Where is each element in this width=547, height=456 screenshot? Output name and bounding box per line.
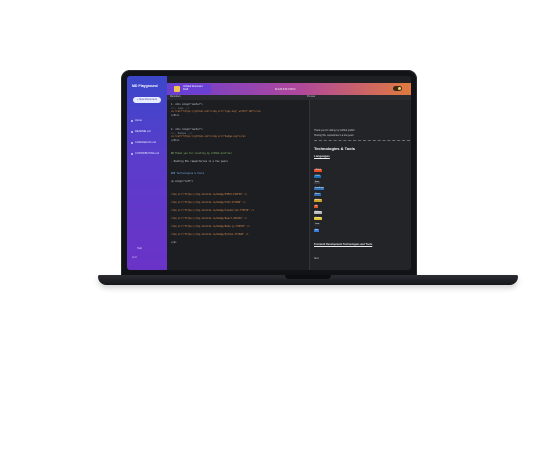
document-icon: [174, 86, 180, 92]
badge-python: Python: [314, 211, 322, 214]
code-line: <img src="https://img.shields.io/badge/H…: [171, 193, 248, 196]
code-line: </div>: [171, 113, 180, 117]
code-line: <p align="left">: [171, 180, 194, 183]
preview-bullet: Thank you for visiting my GitHub profile…: [314, 130, 355, 132]
code-line: <a href="https://github.com"><img src="b…: [171, 135, 246, 138]
app-sidebar: MD Playground + New Document Home README…: [127, 76, 167, 270]
markdown-preview: Thank you for visiting my GitHub profile…: [309, 100, 411, 270]
badge-css3: CSS3: [314, 175, 321, 178]
code-line: <img src="https://img.shields.io/badge/R…: [171, 217, 248, 220]
preview-heading: Technologies & Tools: [314, 146, 355, 151]
badge-vue: Vue: [314, 229, 320, 232]
badge-docker: Docker: [314, 217, 322, 220]
preview-label: Preview: [307, 95, 316, 98]
page-title: MARKDOWN: [275, 87, 296, 91]
code-line: <img src="https://img.shields.io/badge/N…: [171, 225, 250, 228]
badge-html5: HTML5: [314, 169, 322, 172]
sidebar-item-contributing[interactable]: CONTRIBUTING.md: [135, 152, 159, 155]
badge-javascript: JavaScript: [314, 187, 325, 190]
file-icon: [131, 153, 133, 155]
badge-nodejs: Node.js: [314, 199, 323, 202]
sidebar-item-readme[interactable]: README.md: [135, 130, 150, 133]
editor-label: Markdown: [170, 95, 181, 98]
preview-next-link[interactable]: Next: [314, 258, 319, 260]
file-icon: [131, 142, 133, 144]
code-line: <img src="https://img.shields.io/badge/C…: [171, 201, 246, 204]
theme-toggle[interactable]: [393, 86, 402, 91]
file-icon: [131, 120, 133, 122]
brand-logo: MD Playground: [132, 84, 158, 88]
laptop-notch: [285, 275, 331, 279]
tab-subtitle: Draft: [183, 88, 189, 92]
new-document-button[interactable]: + New Document: [133, 97, 161, 103]
badge-react: React: [314, 193, 321, 196]
code-line: ## Thank you for visiting my GitHub prof…: [171, 152, 232, 155]
preview-subheading: Languages: [314, 154, 330, 158]
badge-git: Git: [314, 205, 319, 208]
divider: [314, 140, 410, 141]
preview-section-heading: Frontend Development Technologies and To…: [314, 243, 373, 246]
tab-document[interactable]: Untitled Document Draft: [171, 84, 211, 94]
sun-icon: [398, 87, 401, 90]
badge-linux: Linux: [314, 223, 321, 226]
file-icon: [131, 131, 133, 133]
badge-sass: Sass: [314, 181, 320, 184]
code-line: <img src="https://img.shields.io/badge/J…: [171, 209, 254, 212]
code-line: <img src="https://img.shields.io/badge/P…: [171, 233, 249, 236]
code-line: <a href="https://github.com"><img src="l…: [171, 110, 261, 113]
markdown-editor[interactable]: 1. <div align="center"> <!-- Logo --> <a…: [167, 100, 309, 270]
top-header: Untitled Document Draft MARKDOWN: [167, 83, 411, 95]
code-line: ### Technologies & Tools: [171, 172, 205, 175]
version-label: v1.0: [132, 256, 137, 259]
sidebar-item-changelog[interactable]: CHANGELOG.md: [135, 141, 156, 144]
preview-bullet: Hosting 50+ repositories in a few years: [314, 135, 354, 137]
code-line: - Hosting 50+ repositories in a few year…: [171, 160, 228, 163]
help-link[interactable]: Help: [137, 247, 142, 250]
sidebar-item-home[interactable]: Home: [135, 119, 142, 122]
app-screen: MD Playground + New Document Home README…: [127, 76, 411, 270]
code-line: </p>: [171, 241, 177, 244]
code-line: </div>: [171, 138, 180, 142]
